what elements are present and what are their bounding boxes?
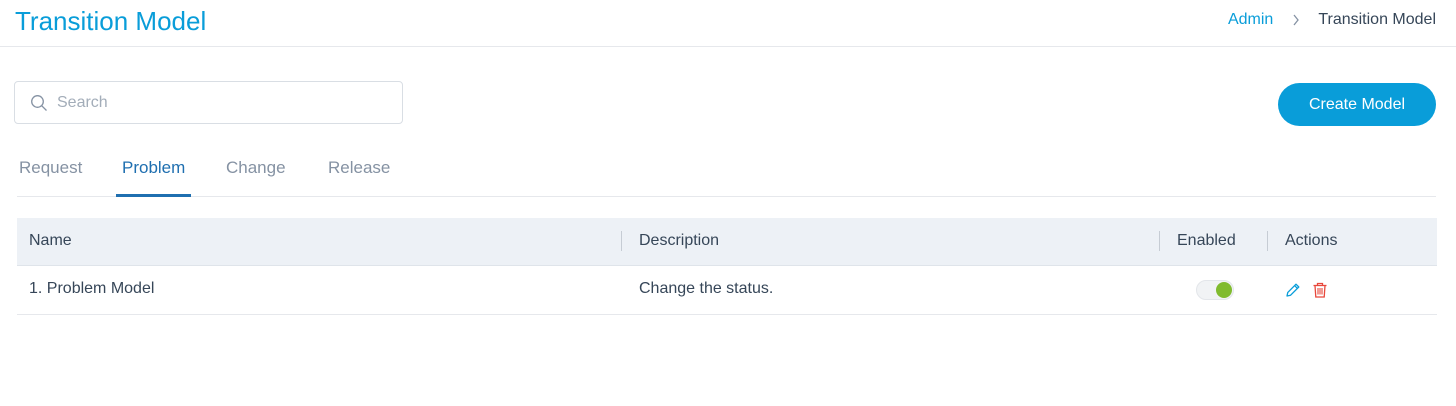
page-title: Transition Model bbox=[15, 6, 207, 36]
tab-problem[interactable]: Problem bbox=[116, 152, 192, 197]
page-header: Transition Model Admin Transition Model bbox=[0, 0, 1456, 47]
enabled-toggle[interactable] bbox=[1196, 280, 1234, 300]
model-name[interactable]: 1. Problem Model bbox=[29, 266, 154, 314]
breadcrumb: Admin Transition Model bbox=[1228, 10, 1436, 30]
column-header-enabled: Enabled bbox=[1177, 232, 1236, 249]
table-header: Name Description Enabled Actions bbox=[17, 218, 1437, 266]
trash-icon[interactable] bbox=[1310, 280, 1330, 300]
model-description: Change the status. bbox=[639, 280, 774, 297]
toggle-knob bbox=[1216, 282, 1232, 298]
search-box[interactable] bbox=[14, 81, 403, 124]
chevron-right-icon bbox=[1273, 14, 1318, 26]
column-divider[interactable] bbox=[1267, 231, 1268, 251]
table-row: 1. Problem Model Change the status. bbox=[17, 266, 1437, 315]
column-header-actions: Actions bbox=[1285, 232, 1338, 249]
column-header-name[interactable]: Name bbox=[29, 218, 72, 266]
column-header-description[interactable]: Description bbox=[639, 218, 719, 266]
tab-request[interactable]: Request bbox=[19, 152, 82, 197]
tab-bar: Request Problem Change Release bbox=[17, 152, 1436, 197]
search-input[interactable] bbox=[57, 93, 387, 112]
breadcrumb-admin-link[interactable]: Admin bbox=[1228, 10, 1273, 30]
column-divider[interactable] bbox=[1159, 231, 1160, 251]
tab-change[interactable]: Change bbox=[226, 152, 286, 197]
breadcrumb-current: Transition Model bbox=[1318, 11, 1436, 28]
create-model-button[interactable]: Create Model bbox=[1278, 83, 1436, 126]
pencil-icon[interactable] bbox=[1283, 280, 1303, 300]
tab-release[interactable]: Release bbox=[328, 152, 390, 197]
search-icon bbox=[29, 93, 49, 113]
models-table: Name Description Enabled Actions 1. Prob… bbox=[17, 218, 1437, 315]
column-divider[interactable] bbox=[621, 231, 622, 251]
